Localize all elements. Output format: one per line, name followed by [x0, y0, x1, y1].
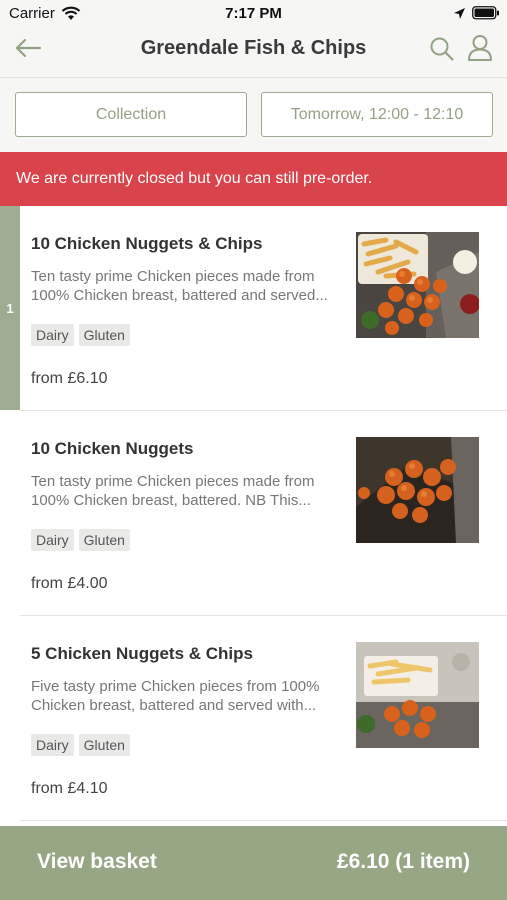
order-options-bar: Collection Tomorrow, 12:00 - 12:10 [0, 78, 507, 152]
item-name: 10 Chicken Nuggets [31, 439, 194, 458]
allergen-tag: Dairy [31, 734, 74, 756]
allergen-tags: Dairy Gluten [31, 324, 130, 346]
item-description: Five tasty prime Chicken pieces from 100… [31, 677, 349, 715]
item-description-line: 100% Chicken breast, battered. NB This..… [31, 492, 311, 509]
item-price: from £6.10 [31, 370, 108, 387]
item-description-line: Ten tasty prime Chicken pieces made from [31, 473, 315, 490]
view-basket-button[interactable]: View basket £6.10 (1 item) [0, 826, 507, 900]
back-arrow-icon[interactable] [14, 38, 42, 58]
menu-item[interactable]: 5 Chicken Nuggets & Chips Five tasty pri… [0, 616, 507, 821]
battery-icon [472, 6, 499, 20]
item-photo [356, 642, 479, 748]
item-description-line: Chicken breast, battered and served with… [31, 697, 317, 714]
item-price: from £4.10 [31, 780, 108, 797]
item-description-line: Ten tasty prime Chicken pieces made from [31, 268, 315, 285]
item-price: from £4.00 [31, 575, 108, 592]
header-bar: Greendale Fish & Chips [0, 28, 507, 78]
item-name: 10 Chicken Nuggets & Chips [31, 234, 263, 253]
search-icon[interactable] [429, 36, 455, 62]
divider [20, 820, 507, 821]
location-arrow-icon [454, 8, 465, 19]
status-bar: Carrier 7:17 PM [0, 0, 507, 28]
allergen-tag: Gluten [78, 734, 130, 756]
basket-label: View basket [37, 850, 157, 873]
allergen-tag: Dairy [31, 324, 74, 346]
item-description-line: 100% Chicken breast, battered and served… [31, 287, 328, 304]
allergen-tag: Gluten [78, 529, 130, 551]
status-time: 7:17 PM [225, 5, 282, 22]
item-name: 5 Chicken Nuggets & Chips [31, 644, 253, 663]
allergen-tags: Dairy Gluten [31, 529, 130, 551]
basket-quantity-indicator: 1 [0, 206, 20, 410]
item-description-line: Five tasty prime Chicken pieces from 100… [31, 678, 320, 695]
collection-button[interactable]: Collection [15, 92, 247, 137]
allergen-tag: Dairy [31, 529, 74, 551]
item-photo [356, 232, 479, 338]
time-slot-button[interactable]: Tomorrow, 12:00 - 12:10 [261, 92, 493, 137]
menu-item[interactable]: 1 10 Chicken Nuggets & Chips Ten tasty p… [0, 206, 507, 411]
item-photo [356, 437, 479, 543]
allergen-tag: Gluten [78, 324, 130, 346]
item-description: Ten tasty prime Chicken pieces made from… [31, 472, 349, 510]
basket-total: £6.10 (1 item) [336, 850, 470, 873]
menu-item[interactable]: 10 Chicken Nuggets Ten tasty prime Chick… [0, 411, 507, 616]
allergen-tags: Dairy Gluten [31, 734, 130, 756]
account-icon[interactable] [467, 34, 493, 62]
closed-banner: We are currently closed but you can stil… [0, 152, 507, 206]
item-description: Ten tasty prime Chicken pieces made from… [31, 267, 349, 305]
